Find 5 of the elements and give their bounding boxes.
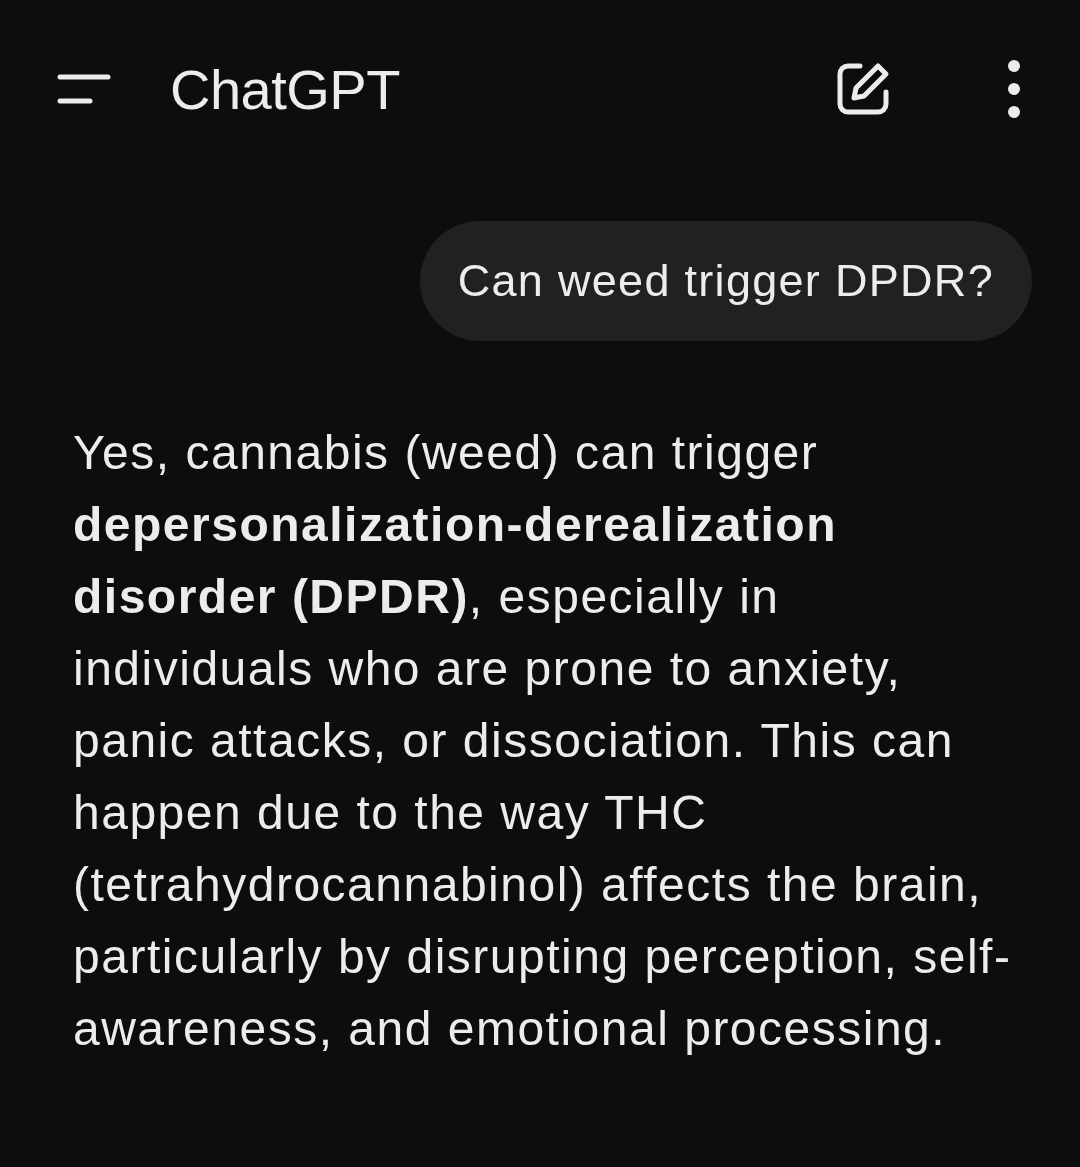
menu-icon[interactable]	[56, 74, 112, 104]
more-options-icon[interactable]	[1006, 60, 1022, 118]
assistant-reply: Yes, cannabis (weed) can trigger depersonalization-derealization disorder (DPDR), especially in individuals who are prone to anxiety, panic attacks, or dissociation. This can happen due to the way THC (tetrahydrocannabinol) affects the brain, particularly by disrupting perception, self-awareness, and emotional processing.	[73, 425, 1013, 1057]
user-message: Can weed trigger DPDR?	[419, 221, 1032, 341]
app-title: ChatGPT	[170, 56, 400, 122]
